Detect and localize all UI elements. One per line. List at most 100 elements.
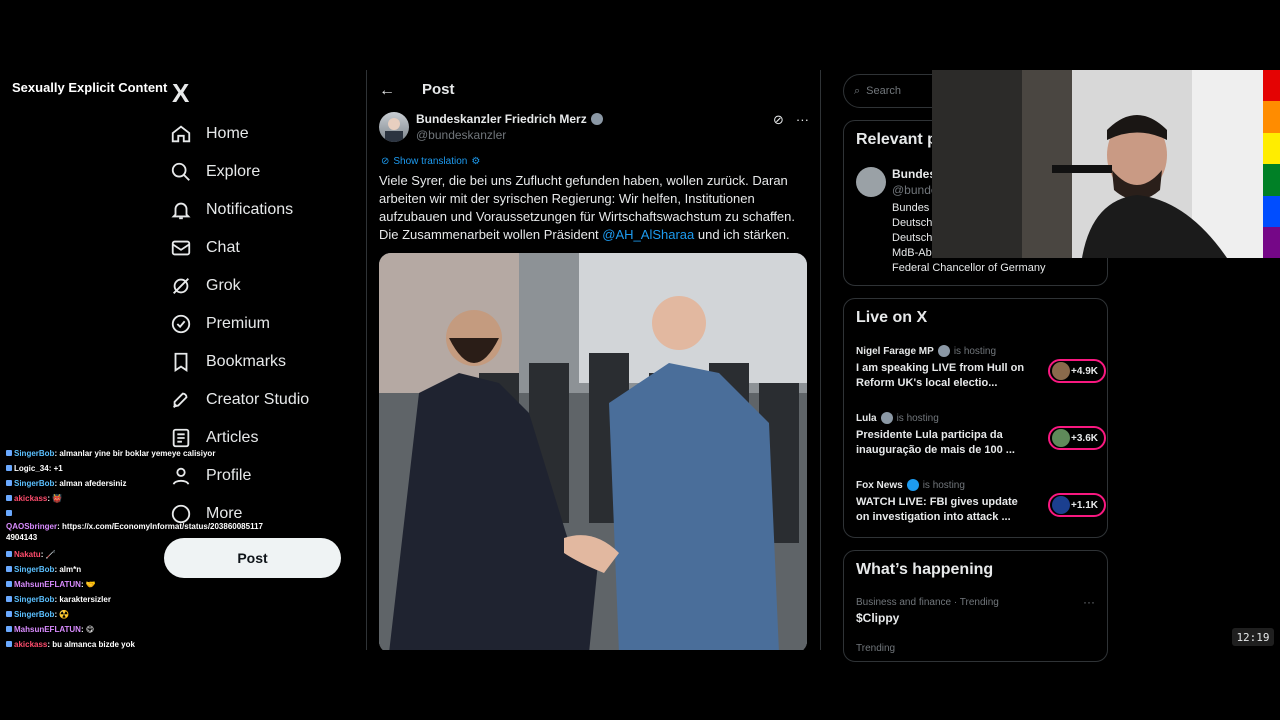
chat-line: SingerBob: ☢️: [6, 607, 276, 622]
chat-user: akickass: [14, 494, 48, 503]
chat-message: karaktersizler: [59, 595, 111, 604]
stream-chat: SingerBob: almanlar yine bir boklar yeme…: [6, 446, 276, 652]
mail-icon: [171, 240, 191, 256]
chat-message: 🤝: [85, 580, 96, 589]
trend-meta: Trending: [856, 643, 896, 654]
live-item[interactable]: Nigel Farage MP is hosting I am speaking …: [856, 345, 1106, 391]
nav-premium[interactable]: Premium: [170, 306, 270, 342]
clock: 12:19: [1232, 628, 1274, 646]
nav-notifications[interactable]: Notifications: [170, 192, 293, 228]
premium-icon: [171, 314, 191, 334]
live-item[interactable]: Lula is hosting Presidente Lula participa…: [856, 412, 1106, 458]
live-listener-count: +4.9K: [1048, 359, 1106, 383]
chat-user: akickass: [14, 640, 48, 649]
chat-message: ☢️: [59, 610, 70, 619]
nav-grok[interactable]: Grok: [170, 268, 241, 304]
search-placeholder: Search: [866, 85, 902, 97]
chat-line: Logic_34: +1: [6, 461, 276, 476]
back-arrow-icon[interactable]: ←: [379, 82, 395, 100]
chat-message: +1: [53, 464, 63, 473]
live-host: Fox News is hosting: [856, 479, 965, 491]
rocket-icon: [173, 392, 188, 408]
grok-icon: [173, 278, 189, 294]
trend-meta: Business and finance · Trending: [856, 597, 999, 608]
show-translation[interactable]: ⊘ Show translation ⚙: [381, 156, 480, 167]
nav-premium-label: Premium: [206, 315, 271, 332]
chat-message: almanlar yine bir boklar yemeye calisiyo…: [59, 449, 216, 458]
chat-user: SingerBob: [14, 595, 55, 604]
chat-line: SingerBob: karaktersizler: [6, 592, 276, 607]
verified-badge-icon: [937, 345, 950, 357]
relevant-name[interactable]: Bundes: [892, 167, 936, 181]
nav-grok-label: Grok: [206, 277, 241, 294]
chat-line: akickass: bu almanca bizde yok: [6, 637, 276, 652]
live-host: Lula is hosting: [856, 412, 939, 424]
chat-line: Nakatu: 🦯: [6, 547, 276, 562]
bookmark-icon: [174, 352, 188, 372]
webcam-overlay: [932, 70, 1263, 258]
settings-icon: ⚙: [471, 156, 481, 167]
chat-user: MahsunEFLATUN: [14, 625, 81, 634]
author-name-row[interactable]: Bundeskanzler Friedrich Merz: [416, 112, 603, 126]
mention-link[interactable]: @AH_AlSharaa: [602, 227, 694, 242]
chat-message: alm*n: [59, 565, 82, 574]
chat-user: SingerBob: [14, 565, 55, 574]
bio-line: Federal Chancellor of Germany: [892, 262, 1046, 274]
post-text-part: und ich stärken.: [694, 227, 790, 242]
chat-message: 🦯: [45, 550, 56, 559]
search-icon: ⌕: [854, 84, 861, 97]
happening-title: What’s happening: [856, 561, 994, 578]
chat-message: 😋: [85, 625, 95, 634]
nav-bookmarks[interactable]: Bookmarks: [170, 344, 286, 380]
author-name: Bundeskanzler Friedrich Merz: [416, 112, 587, 126]
rainbow-bar: [1263, 70, 1280, 258]
show-translation-label: Show translation: [393, 156, 468, 167]
chat-user: MahsunEFLATUN: [14, 580, 81, 589]
live-listener-count: +1.1K: [1048, 493, 1106, 517]
page-title: Post: [422, 81, 455, 98]
live-listener-count: +3.6K: [1048, 426, 1106, 450]
more-options-icon[interactable]: ···: [1083, 595, 1095, 609]
chat-line: MahsunEFLATUN: 😋: [6, 622, 276, 637]
grok-icon[interactable]: ⊘: [773, 112, 784, 128]
chat-user: SingerBob: [14, 479, 55, 488]
chat-line: QAOSbringer: https://x.com/EconomyInform…: [6, 522, 263, 542]
chat-user: Logic_34: [14, 464, 49, 473]
chat-user: Nakatu: [14, 550, 41, 559]
post-column: ← Post Bundeskanzler Friedrich Merz @bun…: [366, 70, 821, 650]
home-icon: [171, 125, 191, 143]
nav-creator-studio[interactable]: Creator Studio: [170, 382, 309, 418]
chat-line: SingerBob: almanlar yine bir boklar yeme…: [6, 446, 276, 461]
nav-chat[interactable]: Chat: [170, 230, 240, 266]
verified-badge-icon: [906, 479, 919, 491]
chat-message: bu almanca bizde yok: [52, 640, 135, 649]
nav-notifications-label: Notifications: [206, 201, 294, 218]
post-photo[interactable]: [379, 253, 807, 650]
trend-name[interactable]: $Clippy: [856, 611, 899, 625]
live-title-text: I am speaking LIVE from Hull on Reform U…: [856, 362, 1025, 389]
post-actions-top: ⊘ ···: [773, 112, 809, 128]
nav-articles-label: Articles: [206, 429, 259, 446]
nav-explore[interactable]: Explore: [170, 154, 260, 190]
author-avatar[interactable]: [379, 112, 409, 142]
chat-message: 👹: [52, 494, 63, 503]
nav-home-label: Home: [206, 125, 249, 142]
chat-line: akickass: 👹: [6, 491, 276, 506]
relevant-handle: @bunde: [892, 183, 938, 197]
nav-bookmarks-label: Bookmarks: [206, 353, 287, 370]
bell-icon: [171, 202, 191, 220]
more-options-icon[interactable]: ···: [796, 112, 809, 128]
live-item[interactable]: Fox News is hosting WATCH LIVE: FBI gives…: [856, 479, 1106, 525]
author-handle[interactable]: @bundeskanzler: [416, 128, 506, 142]
search-icon: [171, 162, 190, 181]
relevant-avatar[interactable]: [856, 167, 886, 197]
chat-line: SingerBob: alm*n: [6, 562, 276, 577]
chat-line: [6, 506, 276, 521]
live-on-x-card: Live on X Nigel Farage MP is hosting I am…: [843, 298, 1108, 538]
nav-home[interactable]: Home: [170, 116, 249, 152]
x-logo[interactable]: X: [172, 78, 189, 109]
chat-user: QAOSbringer: [6, 522, 58, 531]
verified-badge-icon: [880, 412, 893, 424]
chat-user: SingerBob: [14, 449, 55, 458]
nav-explore-label: Explore: [206, 163, 261, 180]
